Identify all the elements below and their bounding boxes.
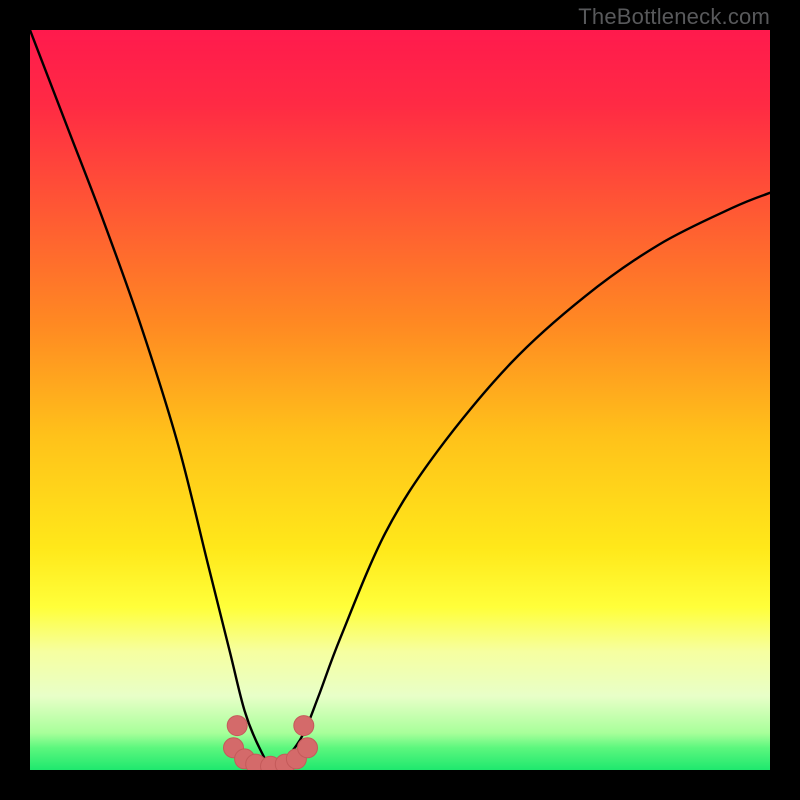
marker-point	[227, 716, 247, 736]
plot-area	[30, 30, 770, 770]
bottleneck-chart	[30, 30, 770, 770]
gradient-background	[30, 30, 770, 770]
watermark-text: TheBottleneck.com	[578, 4, 770, 30]
marker-point	[298, 738, 318, 758]
marker-point	[294, 716, 314, 736]
